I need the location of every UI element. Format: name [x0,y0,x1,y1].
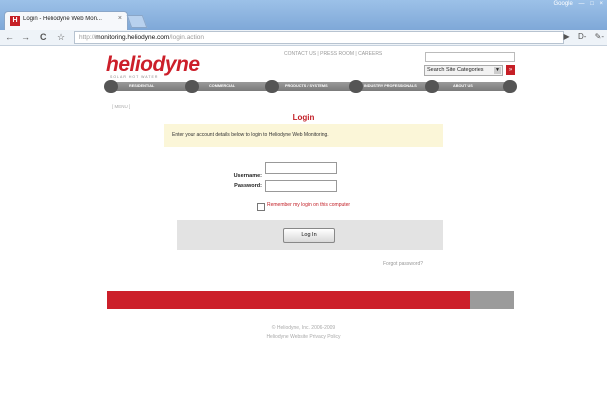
remember-checkbox[interactable] [257,203,265,211]
browser-tab[interactable]: H Login - Heliodyne Web Mon... × [4,11,128,31]
toolbar-right: ▶ D- ✎- [558,32,604,41]
address-bar[interactable]: http://monitoring.heliodyne.com/login.ac… [74,31,564,44]
minimize-icon[interactable]: — [579,1,585,7]
footer-gray-bar [470,291,514,309]
forgot-password-link[interactable]: Forgot password? [383,261,423,267]
top-links[interactable]: CONTACT US | PRESS ROOM | CAREERS [284,51,382,57]
forward-icon[interactable]: → [21,32,30,42]
nav-cap-icon [185,80,199,93]
tab-close-icon[interactable]: × [118,15,122,22]
url-host: monitoring.heliodyne.com [95,34,170,41]
password-input[interactable] [265,180,337,192]
bookmark-star-icon[interactable]: ☆ [57,32,65,43]
close-window-icon[interactable]: × [599,1,603,7]
privacy-policy-link[interactable]: Heliodyne Website Privacy Policy [0,334,607,340]
nav-cap-icon [265,80,279,93]
nav-cap-icon [104,80,118,93]
username-label: Username: [233,173,262,179]
nav-item-about[interactable]: ABOUT US [453,82,473,91]
nav-cap-icon [349,80,363,93]
window-controls: Google — □ × [549,1,603,7]
search-go-button[interactable]: » [506,65,515,75]
site-search-input[interactable] [425,52,515,62]
chevron-down-icon: ▼ [494,67,501,74]
wrench-menu-icon[interactable]: ✎- [595,32,604,41]
back-icon[interactable]: ← [5,32,14,42]
remember-label[interactable]: Remember my login on this computer [267,202,350,208]
search-category-select[interactable]: Search Site Categories ▼ [424,65,503,76]
browser-window: H Login - Heliodyne Web Mon... × Google … [0,0,607,406]
login-button-bar: Log In [177,220,443,250]
menu-link[interactable]: [ MENU ] [112,104,130,109]
favicon-icon: H [10,16,20,26]
nav-item-professionals[interactable]: INDUSTRY PROFESSIONALS [364,82,417,91]
new-tab-button[interactable] [126,15,148,28]
nav-cap-icon [503,80,517,93]
title-bar: H Login - Heliodyne Web Mon... × Google … [0,0,607,31]
username-input[interactable] [265,162,337,174]
copyright-text: © Heliodyne, Inc. 2006-2009 [271,325,336,331]
footer-red-bar [107,291,470,309]
nav-item-residential[interactable]: RESIDENTIAL [129,82,154,91]
page-action-icon[interactable]: ▶ [564,32,570,41]
browser-toolbar: ← → C ☆ http://monitoring.heliodyne.com/… [0,30,607,46]
logo-tagline: SOLAR HOT WATER [110,75,159,79]
main-nav: RESIDENTIAL COMMERCIAL PRODUCTS / SYSTEM… [104,80,517,93]
nav-cap-icon [425,80,439,93]
page-menu-icon[interactable]: D- [578,32,586,41]
nav-item-commercial[interactable]: COMMERCIAL [209,82,235,91]
page-title: Login [292,113,315,122]
url-path: /login.action [169,34,205,41]
profile-label: Google [553,1,573,7]
login-instructions: Enter your account details below to logi… [164,124,443,147]
heliodyne-logo[interactable]: heliodyne [106,53,200,77]
tab-title: Login - Heliodyne Web Mon... [23,16,102,22]
web-page: heliodyne SOLAR HOT WATER CONTACT US | P… [0,46,607,406]
search-category-value: Search Site Categories [427,67,484,73]
maximize-icon[interactable]: □ [590,1,594,7]
login-button[interactable]: Log In [283,228,335,243]
url-scheme: http:// [79,34,96,41]
reload-icon[interactable]: C [40,32,47,42]
password-label: Password: [234,183,262,189]
nav-item-products[interactable]: PRODUCTS / SYSTEMS [285,82,328,91]
